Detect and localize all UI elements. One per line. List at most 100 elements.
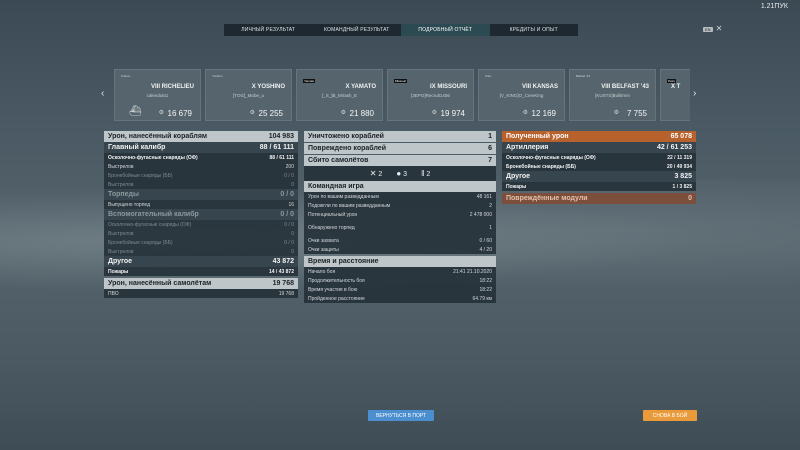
tab-personal-result[interactable]: ЛИЧНЫЙ РЕЗУЛЬТАТ <box>224 24 313 36</box>
shots2-row: Выстрелов 0 <box>104 180 298 189</box>
card-player: calendula1 <box>146 93 169 98</box>
team-row-value: 0 / 60 <box>479 237 492 244</box>
time-row: Продолжительность боя 18:22 <box>304 276 496 285</box>
ship-card[interactable]: Belfast '43 VIII BELFAST '43 [KUSTS]Bull… <box>569 69 656 121</box>
bomb-icon: ● <box>396 169 402 178</box>
team-game-label: Командная игра <box>308 183 364 190</box>
battle-column: Уничтожено кораблей 1 Повреждено корабле… <box>304 131 496 303</box>
shots-value: 200 <box>285 163 294 170</box>
fire-icon: ‖ <box>421 169 425 178</box>
secondary-value: 0 / 0 <box>280 211 294 218</box>
secondary-label: Вспомогательный калибр <box>108 211 199 218</box>
card-nation: France <box>121 74 131 78</box>
received-header: Полученный урон 65 078 <box>502 131 696 142</box>
damaged-label: Повреждено кораблей <box>308 145 386 152</box>
fire-count: 2 <box>426 171 431 178</box>
ship-card[interactable]: USA VIII KANSAS [V_KING]O_CreeKing ⚙ 12 … <box>478 69 565 121</box>
modules-label: Повреждённые модули <box>506 195 588 202</box>
ship-card[interactable]: France VIII RICHELIEU calendula1 ⛴ ⚙ 16 … <box>114 69 201 121</box>
team-row: Урон по вашим разведданным 48 161 <box>304 192 496 201</box>
chevron-right-icon[interactable]: › <box>693 88 696 99</box>
recv-other-label: Другое <box>506 173 531 180</box>
received-panel: Артиллерия 42 / 61 253 Осколочно-фугасны… <box>502 142 696 191</box>
damage-icon: ⚙ <box>522 110 528 116</box>
ship-card[interactable]: Petro X T <box>660 69 690 121</box>
team-row-label: Очки захвата <box>308 237 339 244</box>
dealt-header-value: 104 983 <box>268 133 294 140</box>
aa-row: ПВО 19 768 <box>104 289 298 298</box>
top-counter: 1.21ПУК <box>760 3 788 10</box>
crossed-guns-icon: ✕ <box>369 169 377 178</box>
time-row: Начало боя 21:41 21.10.2020 <box>304 267 496 276</box>
close-icon[interactable]: ✕ <box>716 25 723 33</box>
card-value: 7 755 <box>626 109 647 118</box>
card-ship-name: X YOSHINO <box>251 84 285 90</box>
artillery-total: 61 253 <box>670 144 692 151</box>
card-player: [_S_]B_Mirash_E <box>321 93 358 98</box>
card-value: 21 880 <box>349 109 374 118</box>
team-row: Очки защиты 4 / 20 <box>304 245 496 254</box>
dealt-header-label: Урон, нанесённый кораблям <box>108 133 208 140</box>
team-row: Очки захвата 0 / 60 <box>304 236 496 245</box>
planes-damage-value: 19 768 <box>272 280 294 287</box>
battle-again-button[interactable]: СНОВА В БОЙ <box>643 410 697 421</box>
time-row: Пройденное расстояние 64.79 км <box>304 294 496 303</box>
recv-other-row: Другое 3 825 <box>502 171 696 182</box>
other-row: Другое 43 872 <box>104 256 298 267</box>
time-row-label: Продолжительность боя <box>308 277 365 284</box>
fires-row: Пожары 14 / 43 872 <box>108 268 294 275</box>
tab-team-result[interactable]: КОМАНДНЫЙ РЕЗУЛЬТАТ <box>313 24 402 36</box>
ship-card[interactable]: Yoshino X YOSHINO [TOG]_Mobe_u ⚙ 25 255 <box>205 69 292 121</box>
chevron-left-icon[interactable]: ‹ <box>101 88 104 99</box>
time-row-value: 18:22 <box>479 286 492 293</box>
ship-cards-carousel: France VIII RICHELIEU calendula1 ⛴ ⚙ 16 … <box>114 69 690 121</box>
he-shells-hits: 88 <box>269 154 276 161</box>
torpedoes-label: Торпеды <box>108 191 139 198</box>
tab-detailed-report[interactable]: ПОДРОБНЫЙ ОТЧЁТ <box>401 24 490 36</box>
received-header-value: 65 078 <box>670 133 692 140</box>
ship-card[interactable]: Yamato X YAMATO [_S_]B_Mirash_E ⚙ 21 880 <box>296 69 383 121</box>
window-controls: EN ✕ <box>703 25 722 33</box>
team-row: Потенциальный урон 2 478 000 <box>304 210 496 219</box>
team-row-label: Потенциальный урон <box>308 211 358 218</box>
recv-fires-row: Пожары 1 / 3 825 <box>506 183 692 190</box>
fires-total: 43 872 <box>278 268 294 275</box>
return-to-port-button[interactable]: ВЕРНУТЬСЯ В ПОРТ <box>368 410 434 421</box>
damaged-row: Повреждено кораблей 6 <box>304 143 496 154</box>
main-caliber-total: 61 111 <box>273 144 294 151</box>
damage-icon: ⚙ <box>158 110 164 116</box>
team-row: Обнаружено торпед 1 <box>304 223 496 232</box>
card-value: 16 679 <box>167 109 192 118</box>
card-player: [KUSTS]Bullitmm <box>595 93 630 98</box>
sec-he-label: Осколочно-фугасные снаряды (ОФ) <box>108 221 192 228</box>
recv-he-row: Осколочно-фугасные снаряды (ОФ) 22 / 11 … <box>506 154 692 161</box>
time-row: Время участия в бою 18:22 <box>304 285 496 294</box>
destroyed-label: Уничтожено кораблей <box>308 133 384 140</box>
card-ship-name: IX MISSOURI <box>429 84 467 90</box>
recv-he-hits: 22 <box>667 154 673 161</box>
ap-shells-value: 0 / 0 <box>284 172 294 179</box>
achievement-strip: ✕ 2 ● 3 ‖ 2 <box>304 166 496 181</box>
card-value: 12 169 <box>531 109 556 118</box>
recv-fires-label: Пожары <box>506 183 527 190</box>
planes-panel: ПВО 19 768 <box>104 289 298 298</box>
he-shells-total: 61 111 <box>279 154 294 161</box>
other-value: 43 872 <box>272 258 294 265</box>
main-caliber-label: Главный калибр <box>108 144 166 151</box>
time-panel: Начало боя 21:41 21.10.2020 Продолжительн… <box>304 267 496 303</box>
team-row-value: 2 478 000 <box>469 211 492 218</box>
language-badge[interactable]: EN <box>703 26 713 32</box>
tab-credits-exp[interactable]: КРЕДИТЫ И ОПЫТ <box>490 24 579 36</box>
card-player: [3EPO]Recruit1406 <box>411 93 450 98</box>
modules-value: 0 <box>688 195 692 202</box>
damage-icon: ⚙ <box>340 110 346 116</box>
ship-card[interactable]: Missouri IX MISSOURI [3EPO]Recruit1406 ⚙… <box>387 69 474 121</box>
planes-shot-value: 7 <box>488 157 492 164</box>
card-ribbon: Yamato <box>303 79 316 83</box>
damage-received-column: Полученный урон 65 078 Артиллерия 42 / 6… <box>502 131 696 204</box>
sec-ap-value: 0 / 0 <box>284 239 294 246</box>
card-value: 25 255 <box>258 109 283 118</box>
damage-icon: ⚙ <box>431 110 437 116</box>
time-row-label: Пройденное расстояние <box>308 295 365 302</box>
shots-label: Выстрелов <box>108 163 134 170</box>
